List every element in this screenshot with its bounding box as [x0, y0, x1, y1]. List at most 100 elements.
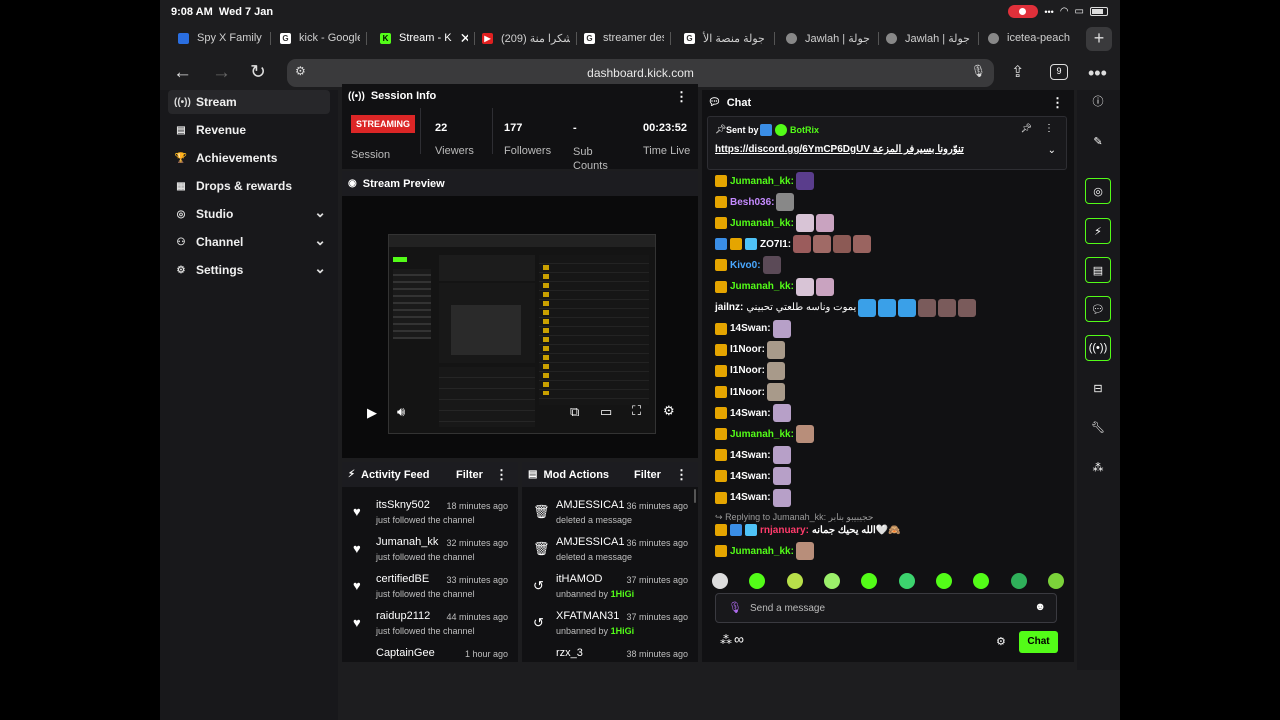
chat-username[interactable]: Jumanah_kk: — [730, 281, 794, 292]
emote-icon[interactable] — [1047, 573, 1064, 589]
list-item[interactable]: ♥ Jumanah_kk 32 minutes ago just followed t… — [342, 533, 518, 570]
close-tab-icon[interactable]: ✕ — [460, 30, 468, 47]
list-item[interactable]: ♥ certifiedBE 33 minutes ago just followed … — [342, 570, 518, 607]
sidebar-item-studio[interactable]: ◎ Studio ⌄ — [168, 202, 330, 226]
chat-message[interactable]: rnjanuary: الله يحيك جمانه🤍🙈 — [715, 521, 901, 539]
chat-message[interactable]: 14Swan: — [715, 446, 791, 465]
chat-username[interactable]: jailnz: — [715, 302, 743, 313]
video-player[interactable]: ▶ 🔊︎ ⧉ ▭ ⛶ ⚙ — [342, 196, 698, 458]
info-icon[interactable]: ⓘ — [1085, 88, 1111, 114]
tab-stream-kick[interactable]: K Stream - K ✕ — [380, 26, 468, 50]
chat-message[interactable]: I1Noor: — [715, 383, 785, 401]
chat-message[interactable]: 14Swan: — [715, 467, 791, 486]
send-chat-button[interactable]: Chat — [1019, 631, 1058, 653]
broadcast-icon[interactable]: ((•)) — [1085, 335, 1111, 361]
chat-username[interactable]: rnjanuary: — [760, 525, 809, 536]
points-icon[interactable]: ⁂ — [720, 633, 732, 647]
more-options-icon[interactable]: ⋮ — [1044, 123, 1054, 134]
chat-message[interactable]: Jumanah_kk: — [715, 425, 814, 444]
chat-bubble-icon[interactable]: 💬︎ — [1085, 296, 1111, 322]
document-icon[interactable]: ▤ — [1085, 257, 1111, 283]
chat-message[interactable]: Besh036: — [715, 193, 795, 212]
tab-youtube[interactable]: ▶ (209) شكرا منة — [482, 26, 570, 50]
apps-icon[interactable]: ⁂ — [1085, 454, 1111, 480]
tab-icetea-peach[interactable]: icetea-peach — [988, 26, 1072, 50]
tab-jawlah-platform[interactable]: G جولة منصة الأ — [684, 26, 768, 50]
microphone-icon[interactable]: 🎙 — [971, 64, 986, 78]
microphone-icon[interactable]: 🎙 — [728, 601, 742, 614]
tab-jawlah-2[interactable]: Jawlah | جولة — [886, 26, 974, 50]
sidebar-item-achievements[interactable]: 🏆 Achievements — [168, 146, 330, 170]
share-icon[interactable]: ⇪ — [1011, 56, 1024, 90]
emoji-picker-icon[interactable]: ☻ — [1034, 601, 1046, 613]
chat-username[interactable]: I1Noor: — [730, 387, 765, 398]
emote-icon[interactable] — [861, 573, 878, 589]
chat-username[interactable]: Besh036: — [730, 197, 774, 208]
chat-username[interactable]: 14Swan: — [730, 492, 771, 503]
more-options-icon[interactable]: ⋮ — [495, 467, 508, 483]
list-item[interactable]: ♥ raidup2112 44 minutes ago just followed t… — [342, 607, 518, 644]
chat-username[interactable]: Jumanah_kk: — [730, 176, 794, 187]
sidebar-item-revenue[interactable]: ▤ Revenue — [168, 118, 330, 142]
reload-icon[interactable]: ↻ — [250, 56, 266, 90]
list-item[interactable]: CaptainGee 1 hour ago — [342, 644, 518, 662]
layout-icon[interactable]: ⊟ — [1085, 375, 1111, 401]
emote-icon[interactable] — [1010, 573, 1027, 589]
chat-message[interactable]: Jumanah_kk: — [715, 277, 834, 296]
lightning-icon[interactable]: ⚡︎ — [1085, 218, 1111, 244]
chat-username[interactable]: Jumanah_kk: — [730, 546, 794, 557]
chat-message[interactable]: 14Swan: — [715, 404, 791, 423]
chat-username[interactable]: 14Swan: — [730, 450, 771, 461]
chat-username[interactable]: 14Swan: — [730, 408, 771, 419]
chat-message[interactable]: I1Noor: — [715, 340, 785, 359]
tab-jawlah-1[interactable]: Jawlah | جولة — [786, 26, 874, 50]
chat-message[interactable]: 14Swan: — [715, 319, 791, 338]
chat-message[interactable]: jailnz: يموت وناسه طلعتي تحبيني — [715, 298, 977, 317]
activity-filter-button[interactable]: Filter — [456, 469, 483, 481]
chat-message[interactable]: ZO7I1: — [715, 235, 872, 254]
emote-icon[interactable] — [786, 573, 803, 589]
tab-streamer-design[interactable]: Gstreamer des — [584, 26, 664, 50]
emote-icon[interactable] — [973, 573, 990, 589]
chat-username[interactable]: I1Noor: — [730, 365, 765, 376]
chat-message[interactable]: 14Swan: — [715, 488, 791, 507]
pinned-message[interactable]: 📌︎ Sent by BotRix 📌︎ ⋮ https://discord.g… — [707, 116, 1067, 170]
pip-icon[interactable]: ⧉ — [570, 404, 579, 420]
volume-icon[interactable]: 🔊︎ — [397, 404, 405, 420]
fullscreen-icon[interactable]: ⛶ — [632, 403, 641, 419]
sidebar-item-settings[interactable]: ⚙ Settings ⌄ — [168, 258, 330, 282]
emote-icon[interactable] — [935, 573, 952, 589]
more-options-icon[interactable]: ⋮ — [675, 89, 688, 105]
chat-username[interactable]: Kivo0: — [730, 260, 761, 271]
chevron-down-icon[interactable]: ⌄ — [1048, 145, 1056, 156]
list-item[interactable]: ♥ itsSkny502 18 minutes ago just followed t… — [342, 496, 518, 533]
chat-message[interactable]: Jumanah_kk: — [715, 172, 814, 190]
chat-username[interactable]: ZO7I1: — [760, 239, 791, 250]
more-options-icon[interactable]: ••• — [1088, 56, 1107, 90]
wrench-icon[interactable]: 🔧︎ — [1085, 414, 1111, 440]
back-arrow-icon[interactable]: ← — [173, 56, 192, 90]
chat-username[interactable]: 14Swan: — [730, 471, 771, 482]
emote-icon[interactable] — [823, 573, 840, 589]
more-options-icon[interactable]: ⋮ — [1051, 95, 1064, 111]
list-item[interactable]: 🗑︎ AMJESSICA1 36 minutes ago deleted a mess… — [522, 533, 698, 570]
chat-username[interactable]: Jumanah_kk: — [730, 218, 794, 229]
play-icon[interactable]: ▶ — [367, 405, 377, 421]
mod-filter-button[interactable]: Filter — [634, 469, 661, 481]
chat-username[interactable]: I1Noor: — [730, 344, 765, 355]
chat-settings-gear-icon[interactable]: ⚙ — [996, 635, 1006, 648]
chat-username[interactable]: 14Swan: — [730, 323, 771, 334]
tab-spy-x-family[interactable]: Spy X Family — [178, 26, 264, 50]
studio-icon[interactable]: ◎ — [1085, 178, 1111, 204]
theater-icon[interactable]: ▭ — [600, 404, 612, 420]
list-item[interactable]: ↺ XFATMAN31 37 minutes ago unbanned by 1HiG… — [522, 607, 698, 644]
edit-pencil-icon[interactable]: ✎ — [1085, 128, 1111, 154]
chat-message[interactable]: Jumanah_kk: — [715, 542, 814, 560]
pinned-text[interactable]: https://discord.gg/6YmCP6DgUV تنوّرونا ب… — [715, 144, 977, 155]
tab-overview-button[interactable]: 9 — [1050, 64, 1068, 80]
list-item[interactable]: ↺ itHAMOD 37 minutes ago unbanned by 1HiGi — [522, 570, 698, 607]
list-item[interactable]: 🗑︎ AMJESSICA1 36 minutes ago deleted a mess… — [522, 496, 698, 533]
emote-icon[interactable] — [712, 573, 728, 589]
unpin-icon[interactable]: 📌︎ — [1021, 123, 1032, 134]
list-item[interactable]: rzx_3 38 minutes ago — [522, 644, 698, 662]
